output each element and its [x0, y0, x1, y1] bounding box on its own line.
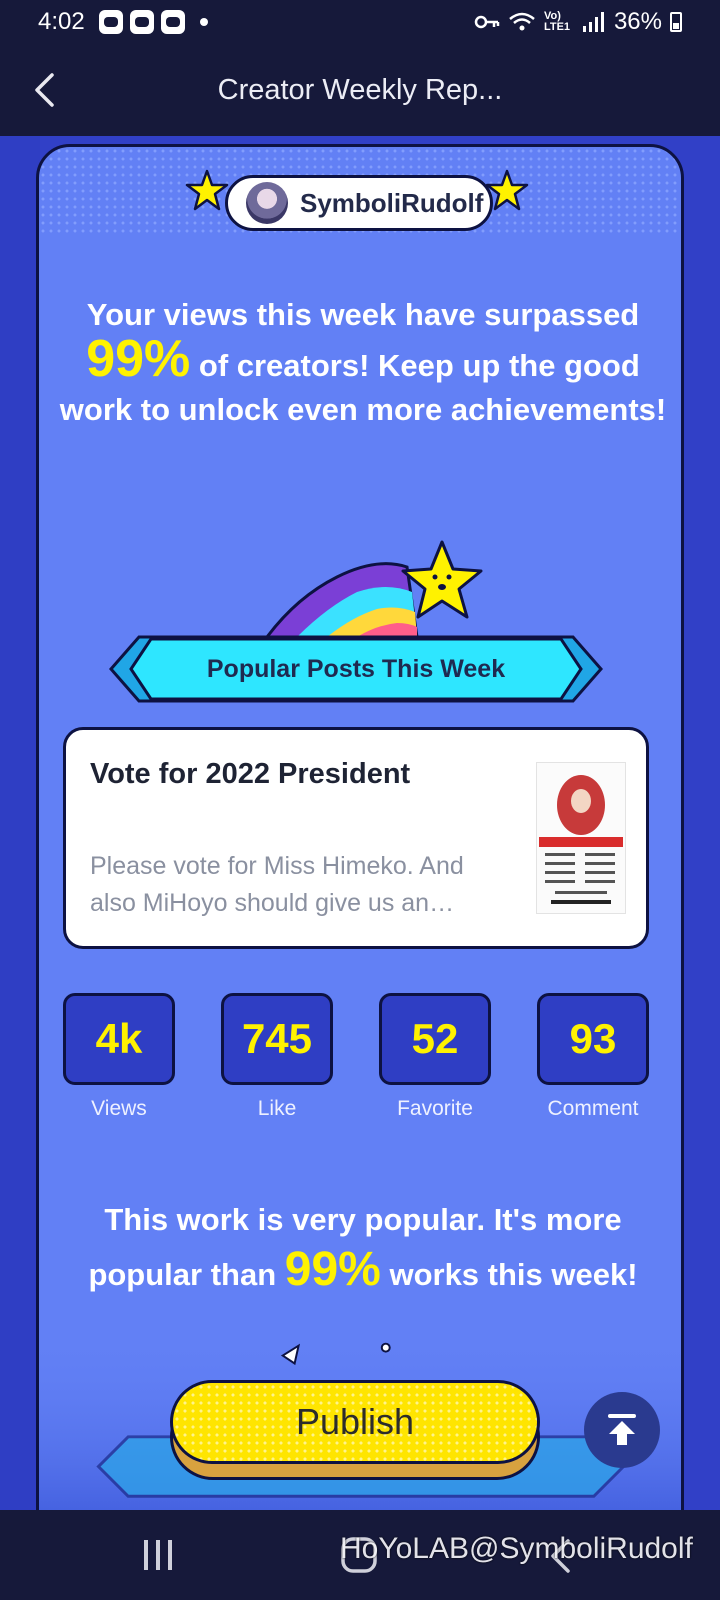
popularity-summary: This work is very popular. It's more pop…: [55, 1195, 671, 1300]
back-button[interactable]: [20, 66, 68, 114]
network-type-label: Vo) LTE1: [543, 10, 571, 33]
weekly-report-card: SymboliRudolf Your views this week have …: [36, 144, 684, 1510]
scroll-to-top-button[interactable]: [584, 1392, 660, 1468]
battery-icon: [670, 12, 682, 32]
more-notifications-dot: [199, 18, 208, 26]
stat-comments: 93 Comment: [537, 993, 649, 1121]
popular-posts-banner: Popular Posts This Week: [109, 633, 603, 705]
poster-image: [537, 763, 625, 913]
stat-value: 93: [537, 993, 649, 1085]
post-title: Vote for 2022 President: [90, 758, 411, 790]
stat-value: 745: [221, 993, 333, 1085]
status-bar: 4:02 Vo) LTE1 36%: [0, 0, 720, 44]
watermark: HoYoLAB@SymboliRudolf: [340, 1532, 693, 1565]
notification-app-icon: [129, 10, 154, 34]
notification-app-icon: [160, 10, 185, 34]
stat-views: 4k Views: [63, 993, 175, 1121]
creator-profile-badge[interactable]: SymboliRudolf: [225, 175, 493, 231]
stat-label: Favorite: [397, 1097, 473, 1120]
chevron-left-icon: [35, 73, 54, 107]
section-title: Popular Posts This Week: [206, 654, 506, 683]
shooting-star-illustration: [263, 540, 483, 639]
signal-icon: [582, 12, 604, 32]
system-navigation-bar: HoYoLAB@SymboliRudolf: [0, 1510, 720, 1600]
stat-label: Like: [257, 1097, 297, 1120]
battery-percent: 36%: [613, 8, 662, 35]
stat-value: 52: [379, 993, 491, 1085]
arrow-up-icon: [608, 1414, 636, 1445]
username: SymboliRudolf: [300, 187, 484, 218]
stat-value: 4k: [63, 993, 175, 1085]
publish-button-wrap: Publish: [170, 1380, 550, 1484]
post-thumbnail: [536, 762, 626, 914]
stat-likes: 745 Like: [221, 993, 333, 1121]
recent-apps-icon[interactable]: [142, 1538, 174, 1572]
page-title: Creator Weekly Rep...: [217, 73, 503, 106]
avatar: [246, 182, 288, 224]
wifi-icon: [509, 12, 535, 31]
star-left-icon: [185, 169, 229, 211]
views-percentile: 99%: [86, 330, 191, 388]
popular-post-card[interactable]: Vote for 2022 President Please vote for …: [63, 727, 649, 949]
notification-app-icon: [98, 10, 123, 34]
app-header: Creator Weekly Rep...: [0, 44, 720, 136]
key-icon: [474, 15, 500, 29]
post-excerpt: Please vote for Miss Himeko. And also Mi…: [90, 852, 464, 917]
stat-label: Views: [91, 1097, 147, 1120]
stat-favorites: 52 Favorite: [379, 993, 491, 1121]
stat-label: Comment: [547, 1097, 639, 1120]
post-stats: 4k Views 745 Like 52 Favorite 93 Comment: [63, 993, 649, 1133]
report-scroll-area[interactable]: SymboliRudolf Your views this week have …: [0, 136, 720, 1510]
views-summary-line1: Your views this week have surpassed: [86, 297, 640, 332]
status-time: 4:02: [38, 8, 85, 35]
views-summary: Your views this week have surpassed 99% …: [59, 293, 667, 432]
publish-button[interactable]: Publish: [170, 1380, 540, 1464]
